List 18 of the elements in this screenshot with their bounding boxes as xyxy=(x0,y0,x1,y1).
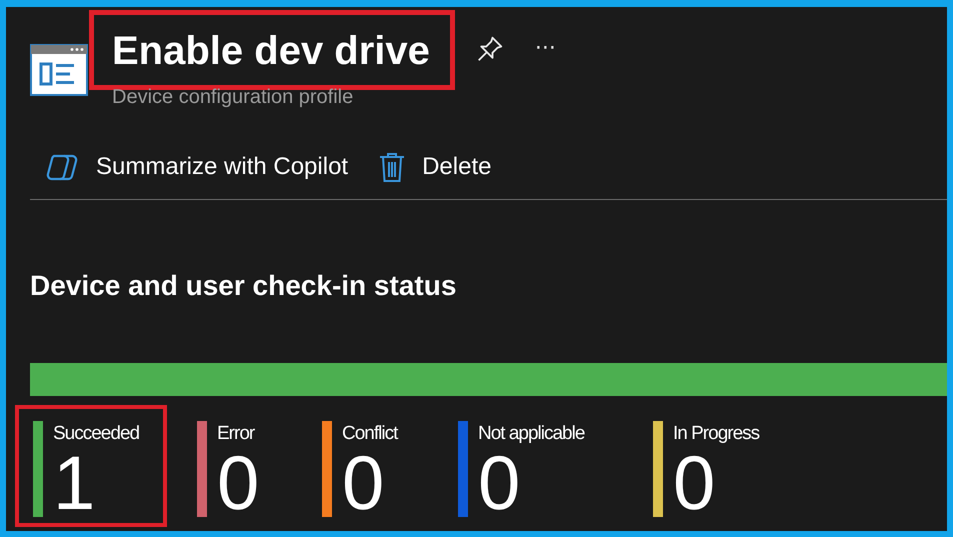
status-label: Error xyxy=(217,423,256,445)
status-count: 0 xyxy=(673,449,716,519)
delete-button[interactable]: Delete xyxy=(378,151,492,183)
status-label: Not applicable xyxy=(478,423,584,445)
profile-icon xyxy=(30,44,88,96)
trash-icon xyxy=(378,151,406,183)
status-label: In Progress xyxy=(673,423,760,445)
status-count: 0 xyxy=(478,449,520,519)
copilot-icon xyxy=(46,152,80,182)
status-count: 0 xyxy=(217,449,260,519)
page-title: Enable dev drive xyxy=(89,10,455,90)
status-count: 0 xyxy=(342,449,386,519)
status-label: Conflict xyxy=(342,423,398,445)
status-label: Succeeded xyxy=(53,423,140,445)
section-heading: Device and user check-in status xyxy=(30,270,458,302)
more-button[interactable]: ··· xyxy=(534,36,556,61)
status-count: 1 xyxy=(53,449,96,519)
summarize-button[interactable]: Summarize with Copilot xyxy=(46,151,348,183)
